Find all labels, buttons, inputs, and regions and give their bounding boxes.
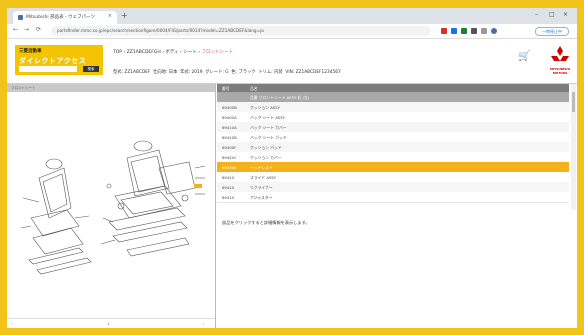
part-code: 69410 xyxy=(222,195,235,200)
part-name: クッション パッド xyxy=(250,145,282,150)
part-name: 品番 フロントシート ASSY 右 (左) xyxy=(250,95,310,100)
part-code: 69410 xyxy=(222,185,235,190)
part-name: アジャスター xyxy=(250,195,273,200)
brand-logo: MITSUBISHI MOTORS xyxy=(547,45,573,77)
part-code: 69400F xyxy=(222,145,237,150)
next-page-button[interactable]: › xyxy=(203,321,205,326)
info-trim: トリム: 内装 xyxy=(258,70,283,75)
breadcrumb-item[interactable]: シート xyxy=(183,50,197,55)
site-header: 三菱自動車 ダイレクトアクセス 検索 TOP › ZZ1ABCDEFGH › ボ… xyxy=(7,39,577,84)
figure-title: フロントシート xyxy=(11,86,36,90)
new-tab-button[interactable]: + xyxy=(121,11,128,20)
breadcrumb-separator: › xyxy=(198,50,201,55)
browser-tab-strip: Mitsubishi 部品表 - ウェブパーツ × + – □ × xyxy=(7,8,577,24)
part-name: バック シート カバー xyxy=(250,125,287,130)
part-name: スライド ASSY xyxy=(250,175,277,180)
browser-toolbar: ← → ⟳ partsfinder.mmc.co.jp/epc/search/s… xyxy=(7,24,577,39)
reload-button[interactable]: ⟳ xyxy=(36,26,41,33)
breadcrumb-item[interactable]: ZZ1ABCDEFGH xyxy=(127,50,161,55)
extension-icon[interactable] xyxy=(461,28,467,34)
breadcrumb-separator: › xyxy=(180,50,182,55)
page-number: 1 xyxy=(107,321,110,326)
window-close-button[interactable]: × xyxy=(563,11,568,18)
forward-button[interactable]: → xyxy=(24,26,29,33)
favicon-icon xyxy=(18,15,23,20)
part-name: クッション ASSY xyxy=(250,105,280,110)
figure-header: フロントシート xyxy=(7,84,215,92)
info-color: 色: ブラック xyxy=(231,70,256,75)
figure-pane: フロントシート ‹ 1 › xyxy=(7,84,216,328)
info-grade: グレード: G xyxy=(205,70,229,75)
part-code: 69400B xyxy=(222,105,237,110)
exploded-parts-diagram[interactable] xyxy=(9,98,213,298)
extension-icon[interactable] xyxy=(471,28,477,34)
search-input[interactable] xyxy=(19,66,77,72)
scrollbar-thumb[interactable] xyxy=(572,92,575,112)
figure-pagination: ‹ 1 › xyxy=(7,318,215,328)
breadcrumb-item[interactable]: TOP xyxy=(113,50,122,55)
logo-line-1: 三菱自動車 xyxy=(19,49,42,54)
part-name: バック シート ASSY xyxy=(250,115,285,120)
site-logo[interactable]: 三菱自動車 ダイレクトアクセス 検索 xyxy=(15,45,103,75)
part-code: 69410B xyxy=(222,135,237,140)
vehicle-info-bar: 型式: ZZ1ABCDEF 仕向地: 日本 年式: 2019 グレード: G 色… xyxy=(113,69,341,75)
address-bar[interactable]: partsfinder.mmc.co.jp/epc/search/section… xyxy=(51,26,431,36)
part-code: 69410 xyxy=(222,175,235,180)
extension-icon[interactable] xyxy=(451,28,457,34)
extensions-puzzle-icon[interactable] xyxy=(481,28,487,34)
parts-note: 部品をクリックすると詳細情報を表示します。 xyxy=(222,220,310,225)
browser-tab[interactable]: Mitsubishi 部品表 - ウェブパーツ × xyxy=(13,11,117,24)
breadcrumb: TOP › ZZ1ABCDEFGH › ボディ › シート › フロントシート xyxy=(113,49,233,55)
table-row[interactable]: 69410 アジャスター xyxy=(217,192,569,203)
breadcrumb-separator: › xyxy=(162,50,164,55)
table-scrollbar[interactable] xyxy=(571,84,576,210)
avatar-icon[interactable] xyxy=(491,28,497,34)
back-button[interactable]: ← xyxy=(13,26,18,33)
breadcrumb-separator: › xyxy=(123,50,126,55)
tab-title: Mitsubishi 部品表 - ウェブパーツ xyxy=(26,15,95,20)
search-button[interactable]: 検索 xyxy=(83,66,99,72)
prev-page-button[interactable]: ‹ xyxy=(11,321,13,326)
screen-frame: Mitsubishi 部品表 - ウェブパーツ × + – □ × ← → ⟳ … xyxy=(7,8,577,328)
tab-close-icon[interactable]: × xyxy=(108,13,112,19)
part-code: 69430E xyxy=(222,165,237,170)
part-code: 69420C xyxy=(222,155,237,160)
maximize-button[interactable]: □ xyxy=(549,11,555,18)
breadcrumb-current: フロントシート xyxy=(201,50,233,55)
url-text: partsfinder.mmc.co.jp/epc/search/section… xyxy=(57,28,264,33)
part-name: リクライナー xyxy=(250,185,273,190)
cart-icon[interactable]: 🛒 xyxy=(518,51,530,62)
part-code: 69410A xyxy=(222,125,237,130)
minimize-button[interactable]: – xyxy=(535,11,538,18)
breadcrumb-item[interactable]: ボディ xyxy=(165,50,178,55)
table-header: 番号 品名 xyxy=(217,84,569,92)
info-model: 型式: ZZ1ABCDEF xyxy=(113,70,151,75)
profile-button[interactable]: 一時停止中 xyxy=(535,27,569,36)
info-year: 年式: 2019 xyxy=(180,70,203,75)
part-name: クッション カバー xyxy=(250,155,282,160)
logo-line-2: ダイレクトアクセス xyxy=(19,57,87,65)
part-name: バック シート パッド xyxy=(250,135,287,140)
parts-list-pane: 番号 品名 品番 フロントシート ASSY 右 (左) 69400B クッション A… xyxy=(217,84,577,328)
brand-label: MITSUBISHI MOTORS xyxy=(550,67,570,75)
info-destination: 仕向地: 日本 xyxy=(153,70,178,75)
part-code: 69400A xyxy=(222,115,237,120)
part-name: ヘッドレスト xyxy=(250,165,273,170)
info-vin: VIN: ZZ1ABCDEF1234567 xyxy=(285,70,341,75)
three-diamonds-icon xyxy=(551,46,569,61)
extension-icon[interactable] xyxy=(441,28,447,34)
